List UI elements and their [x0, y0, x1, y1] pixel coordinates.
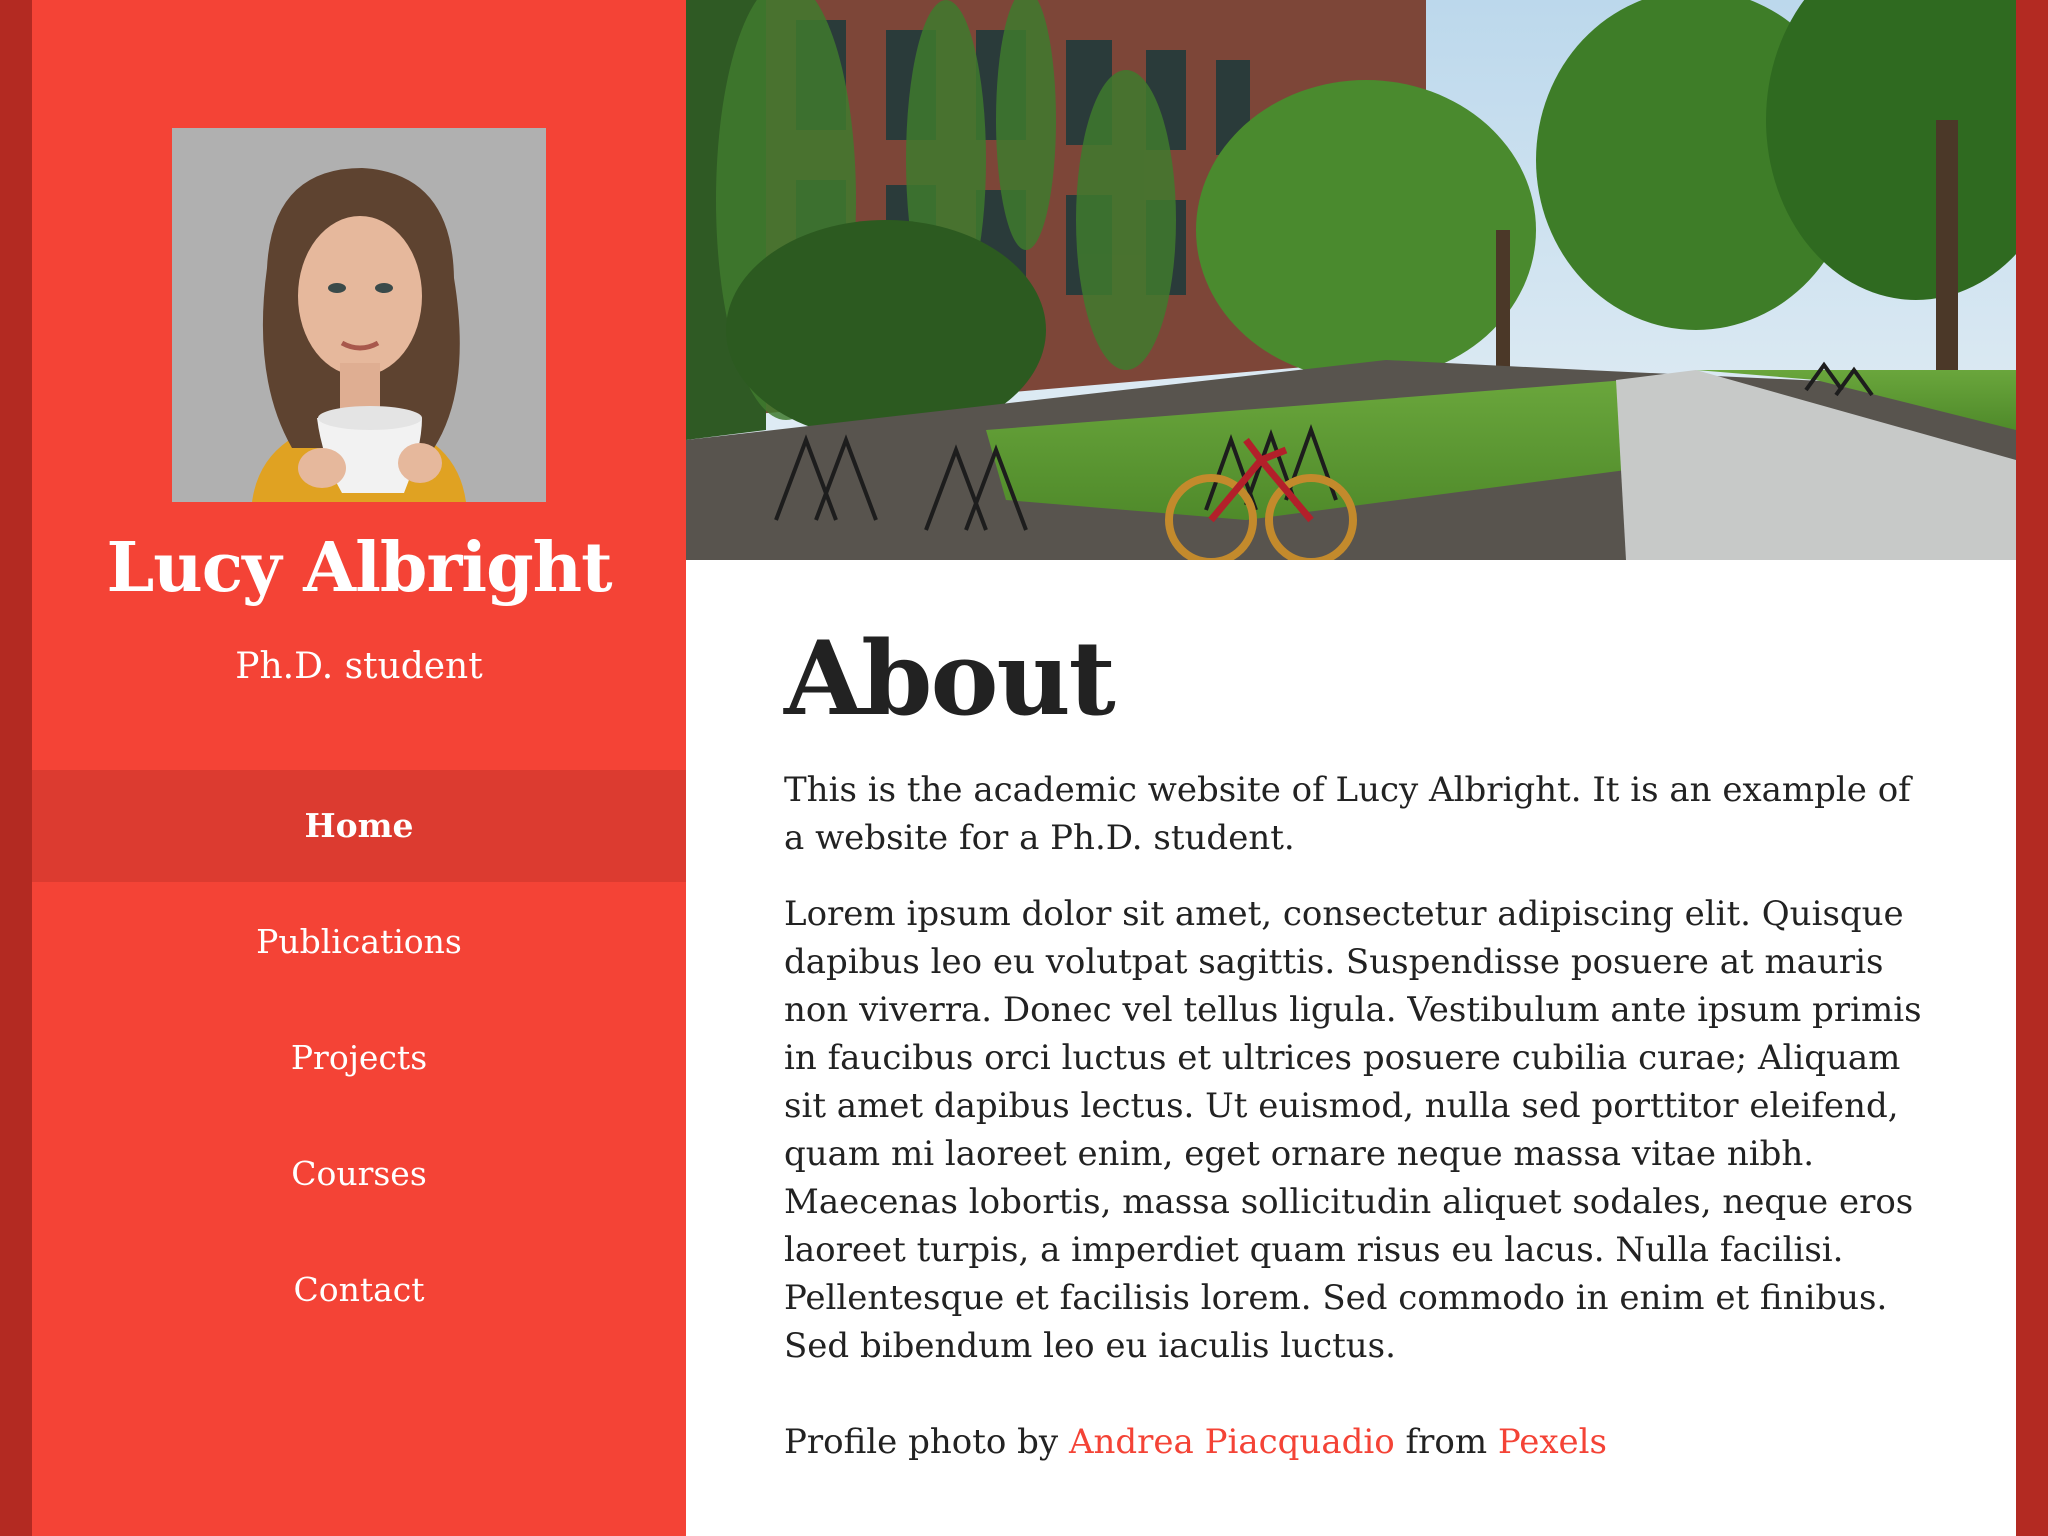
photo-credit: Profile photo by Andrea Piacquadio from …: [784, 1418, 1924, 1466]
main-content: About This is the academic website of Lu…: [686, 0, 2016, 1536]
site-owner-role: Ph.D. student: [235, 646, 483, 687]
page-title: About: [784, 619, 1116, 739]
nav-item-contact[interactable]: Contact: [32, 1234, 686, 1346]
intro-paragraph: This is the academic website of Lucy Alb…: [784, 770, 1911, 858]
sidebar: Lucy Albright Ph.D. student Home Publica…: [32, 0, 686, 1536]
credit-source-link[interactable]: Pexels: [1498, 1422, 1607, 1462]
hero-image: [686, 0, 2016, 560]
about-section: About This is the academic website of Lu…: [784, 628, 1924, 1494]
site-owner-name: Lucy Albright: [106, 528, 612, 608]
page-frame: Lucy Albright Ph.D. student Home Publica…: [32, 0, 2016, 1536]
nav-item-projects[interactable]: Projects: [32, 1002, 686, 1114]
nav-item-home[interactable]: Home: [32, 770, 686, 882]
credit-author-link[interactable]: Andrea Piacquadio: [1069, 1422, 1395, 1462]
main-nav: Home Publications Projects Courses Conta…: [32, 770, 686, 1350]
credit-prefix: Profile photo by: [784, 1422, 1069, 1462]
credit-middle: from: [1394, 1422, 1498, 1462]
nav-item-courses[interactable]: Courses: [32, 1118, 686, 1230]
profile-photo: [172, 128, 546, 502]
body-paragraph: Lorem ipsum dolor sit amet, consectetur …: [784, 894, 1922, 1366]
nav-item-publications[interactable]: Publications: [32, 886, 686, 998]
